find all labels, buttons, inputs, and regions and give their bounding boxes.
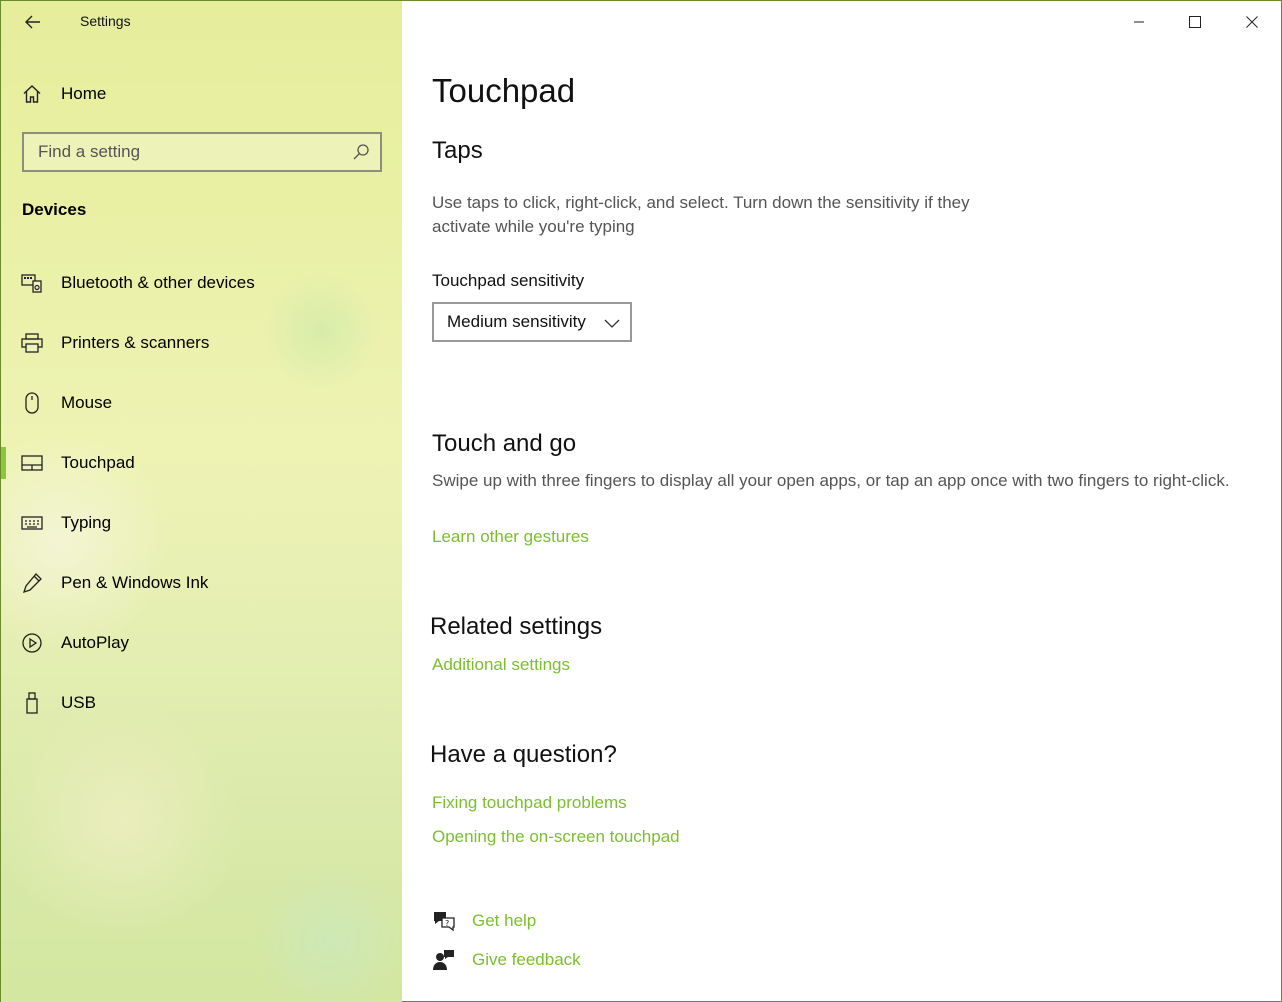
sidebar-item-printers[interactable]: Printers & scanners — [1, 321, 402, 365]
sidebar-item-label: Typing — [61, 513, 112, 532]
section-label-devices: Devices — [22, 200, 87, 219]
fixing-touchpad-problems-link[interactable]: Fixing touchpad problems — [432, 793, 627, 813]
search-box[interactable] — [22, 132, 382, 172]
have-a-question-heading: Have a question? — [430, 741, 617, 768]
main-content: Touchpad Taps Use taps to click, right-c… — [402, 1, 1281, 1001]
get-help-row[interactable]: ? Get help — [432, 907, 536, 935]
sidebar-item-label: USB — [61, 693, 96, 712]
svg-text:?: ? — [445, 919, 449, 928]
usb-icon — [21, 692, 43, 714]
touchpad-icon — [21, 452, 43, 474]
maximize-icon — [1189, 16, 1201, 28]
printer-icon — [21, 332, 43, 354]
additional-settings-link[interactable]: Additional settings — [432, 655, 570, 675]
related-settings-heading: Related settings — [430, 613, 603, 640]
touchpad-sensitivity-label: Touchpad sensitivity — [432, 271, 585, 290]
home-nav-item[interactable]: Home — [21, 79, 106, 109]
touch-and-go-heading: Touch and go — [432, 430, 577, 457]
feedback-icon — [432, 948, 456, 972]
taps-heading: Taps — [432, 137, 483, 164]
maximize-button[interactable] — [1172, 7, 1218, 37]
bluetooth-devices-icon — [21, 272, 43, 294]
sidebar-item-label: Bluetooth & other devices — [61, 273, 255, 292]
sidebar-item-mouse[interactable]: Mouse — [1, 381, 402, 425]
mouse-icon — [21, 392, 43, 414]
autoplay-icon — [21, 632, 43, 654]
sidebar-item-typing[interactable]: Typing — [1, 501, 402, 545]
sidebar-item-label: Touchpad — [61, 453, 135, 472]
sidebar-item-touchpad[interactable]: Touchpad — [1, 441, 402, 485]
give-feedback-link[interactable]: Give feedback — [472, 950, 581, 970]
pen-icon — [21, 572, 43, 594]
on-screen-touchpad-link[interactable]: Opening the on-screen touchpad — [432, 827, 680, 847]
get-help-icon: ? — [432, 909, 456, 933]
sidebar-item-bluetooth[interactable]: Bluetooth & other devices — [1, 261, 402, 305]
dropdown-value: Medium sensitivity — [447, 312, 586, 331]
taps-description: Use taps to click, right-click, and sele… — [432, 193, 970, 236]
sidebar-item-label: Printers & scanners — [61, 333, 210, 352]
sidebar-item-label: AutoPlay — [61, 633, 130, 652]
minimize-button[interactable] — [1116, 7, 1162, 37]
close-icon — [1246, 16, 1258, 28]
keyboard-icon — [21, 512, 43, 534]
app-title: Settings — [80, 13, 131, 29]
sidebar-item-usb[interactable]: USB — [1, 681, 402, 725]
sidebar-item-autoplay[interactable]: AutoPlay — [1, 621, 402, 665]
touch-and-go-description: Swipe up with three fingers to display a… — [432, 471, 1230, 490]
home-icon — [21, 83, 43, 105]
sidebar-item-label: Mouse — [61, 393, 113, 412]
search-icon[interactable] — [352, 143, 370, 166]
touchpad-sensitivity-dropdown[interactable]: Medium sensitivity — [432, 302, 632, 342]
back-arrow-icon — [25, 15, 40, 29]
minimize-icon — [1134, 21, 1144, 23]
close-button[interactable] — [1229, 7, 1275, 37]
chevron-down-icon — [604, 319, 620, 328]
sidebar-item-label: Pen & Windows Ink — [61, 573, 209, 592]
back-button[interactable] — [19, 9, 47, 35]
page-title: Touchpad — [432, 72, 576, 109]
search-input[interactable] — [38, 142, 338, 162]
give-feedback-row[interactable]: Give feedback — [432, 946, 581, 974]
sidebar: Settings Home Devices Bluetooth & other … — [1, 1, 402, 1002]
sidebar-item-pen[interactable]: Pen & Windows Ink — [1, 561, 402, 605]
learn-other-gestures-link[interactable]: Learn other gestures — [432, 527, 589, 547]
home-label: Home — [61, 84, 107, 103]
get-help-link[interactable]: Get help — [472, 911, 536, 931]
